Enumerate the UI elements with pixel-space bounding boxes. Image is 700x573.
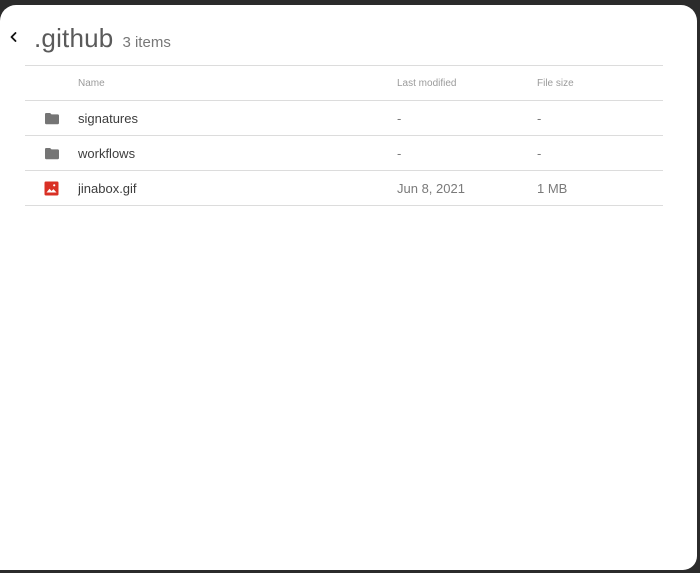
- file-size: 1 MB: [537, 180, 568, 196]
- folder-title: .github: [34, 23, 114, 53]
- file-size: -: [537, 110, 542, 126]
- column-header-file-size: File size: [537, 77, 574, 89]
- folder-icon: [25, 101, 78, 135]
- last-modified: -: [397, 145, 402, 161]
- file-name: signatures: [78, 110, 138, 126]
- folder-header: .github 3 items: [0, 5, 697, 65]
- column-header-name: Name: [78, 77, 105, 89]
- item-count: 3 items: [122, 34, 171, 51]
- column-header-last-modified: Last modified: [397, 77, 457, 89]
- file-name: jinabox.gif: [78, 180, 137, 196]
- file-name: workflows: [78, 145, 136, 161]
- last-modified: Jun 8, 2021: [397, 180, 465, 196]
- chevron-left-icon: [10, 32, 17, 42]
- last-modified: -: [397, 110, 402, 126]
- file-table: Name Last modified File size signatures …: [25, 65, 663, 206]
- file-browser-window: .github 3 items Name Last modified File …: [0, 5, 697, 570]
- back-button[interactable]: [5, 29, 21, 45]
- table-header: Name Last modified File size: [25, 66, 663, 101]
- table-row[interactable]: signatures - -: [25, 101, 663, 136]
- table-row[interactable]: workflows - -: [25, 136, 663, 171]
- table-row[interactable]: jinabox.gif Jun 8, 2021 1 MB: [25, 171, 663, 206]
- image-file-icon: [25, 171, 78, 205]
- folder-title-group: .github 3 items: [34, 23, 171, 54]
- file-size: -: [537, 145, 542, 161]
- folder-icon: [25, 136, 78, 170]
